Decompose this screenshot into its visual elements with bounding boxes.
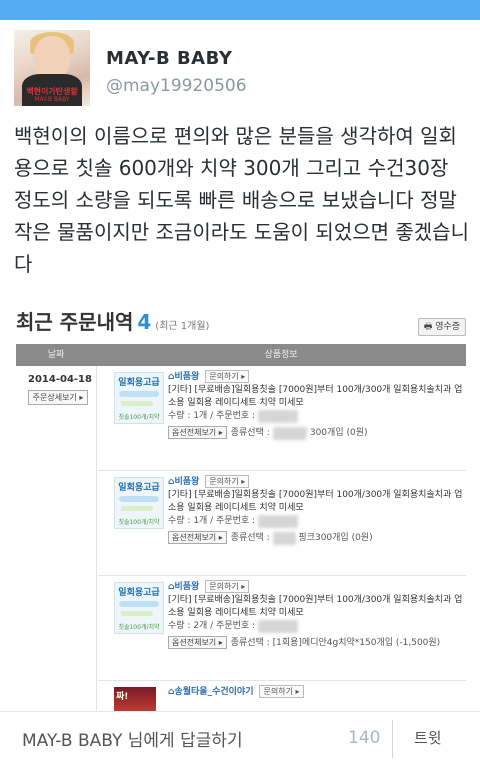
thumb-title: 일회용고급	[118, 378, 160, 388]
table-header: 날짜 상품정보	[16, 344, 466, 366]
quantity-order-no: 수량 : 2개 / 주문번호 :	[168, 621, 256, 631]
product-title[interactable]: [기타] [무료배송]일회용칫솔 [7000원]부터 100개/300개 일회용…	[168, 384, 464, 410]
product-thumbnail[interactable]: 일회용고급 칫솔100개/치약	[114, 582, 164, 634]
seller-name: 송월타올_수건이야기	[174, 687, 254, 697]
order-detail-button[interactable]: 주문상세보기 ▸	[28, 390, 88, 405]
inquiry-label: 문의하기	[263, 687, 293, 696]
product-title[interactable]: [기타] [무료배송]일회용칫솔 [7000원]부터 100개/300개 일회용…	[168, 594, 464, 620]
order-date: 2014-04-18	[28, 374, 92, 385]
thumb-title: 일회용고급	[118, 588, 160, 598]
option-button[interactable]: 옵션전체보기 ▸	[168, 426, 227, 439]
thumb-title: 일회용고급	[118, 483, 160, 493]
seller-link[interactable]: ⌂비품왕	[168, 372, 199, 382]
option-label: 종류선택 :	[230, 533, 270, 543]
seller-name: 비품왕	[174, 582, 200, 592]
tweet-button[interactable]: 트윗	[414, 727, 442, 748]
option-button-label: 옵션전체보기	[172, 428, 217, 437]
avatar-text-2: MAY-B BABY	[34, 96, 70, 103]
blurred-order-number: 0000000	[257, 620, 299, 633]
order-title-text: 최근 주문내역	[16, 310, 134, 334]
status-bar	[0, 0, 480, 20]
product-thumbnail[interactable]: 일회용고급 칫솔100개/치약	[114, 477, 164, 529]
order-item: 일회용고급 칫솔100개/치약 ⌂비품왕 문의하기 ▸ [기타] [무료배송]일회…	[98, 471, 466, 576]
char-count: 140	[348, 728, 381, 748]
blurred-option: 000000	[272, 427, 307, 440]
option-button-label: 옵션전체보기	[172, 638, 217, 647]
product-thumbnail[interactable]: 일회용고급 칫솔100개/치약	[114, 372, 164, 424]
user-handle[interactable]: @may19920506	[106, 76, 247, 96]
order-sub-count: (최근 1개월)	[155, 321, 210, 332]
tweet-header: 백현이가탄생할 MAY-B BABY MAY-B BABY @may199205…	[14, 30, 466, 110]
tweet-text: 백현이의 이름으로 편의와 많은 분들을 생각하여 일회용으로 칫솔 600개와…	[14, 124, 469, 276]
seller-link[interactable]: ⌂송월타올_수건이야기	[168, 687, 253, 697]
order-item: 일회용고급 칫솔100개/치약 ⌂비품왕 문의하기 ▸ [기타] [무료배송]일회…	[98, 576, 466, 681]
option-label: 종류선택 :	[230, 638, 270, 648]
reply-divider	[392, 720, 393, 758]
blurred-order-number: 0000000	[257, 410, 299, 423]
item-info: ⌂비품왕 문의하기 ▸ [기타] [무료배송]일회용칫솔 [7000원]부터 10…	[168, 580, 464, 650]
avatar[interactable]: 백현이가탄생할 MAY-B BABY	[14, 30, 90, 106]
option-label: 종류선택 :	[230, 428, 270, 438]
order-screenshot[interactable]: 최근 주문내역 4 (최근 1개월) 🖶 영수증 날짜 상품정보 2014-04-1…	[14, 302, 466, 714]
blurred-order-number: 0000000	[257, 515, 299, 528]
order-item: 일회용고급 칫솔100개/치약 ⌂비품왕 문의하기 ▸ [기타] [무료배송]일회…	[98, 366, 466, 471]
inquiry-button[interactable]: 문의하기 ▸	[259, 685, 304, 698]
order-item: 짜! ⌂송월타올_수건이야기 문의하기 ▸	[98, 681, 466, 714]
order-title: 최근 주문내역 4 (최근 1개월)	[16, 306, 209, 335]
option-value: 핑크300개입 (0원)	[298, 533, 373, 543]
thumb-stripe	[121, 506, 153, 511]
option-value: [1회용]메디안4g치약*150개입 (-1,500원)	[272, 638, 441, 648]
inquiry-button[interactable]: 문의하기 ▸	[205, 580, 250, 593]
display-name[interactable]: MAY-B BABY	[106, 48, 232, 69]
thumb-stripe	[119, 496, 159, 502]
product-title[interactable]: [기타] [무료배송]일회용칫솔 [7000원]부터 100개/300개 일회용…	[168, 489, 464, 515]
thumb-caption: 칫솔100개/치약	[118, 519, 160, 526]
thumb-caption: 칫솔100개/치약	[118, 624, 160, 631]
thumb-stripe	[119, 391, 159, 397]
quantity-order-no: 수량 : 1개 / 주문번호 :	[168, 516, 256, 526]
seller-name: 비품왕	[174, 477, 200, 487]
reply-bar: MAY-B BABY 님에게 답글하기 140 트윗	[0, 711, 480, 766]
option-value: 300개입 (0원)	[309, 428, 368, 438]
option-button[interactable]: 옵션전체보기 ▸	[168, 531, 227, 544]
thumb-stripe	[121, 401, 153, 406]
order-count: 4	[137, 310, 152, 334]
inquiry-label: 문의하기	[209, 582, 239, 591]
seller-name: 비품왕	[174, 372, 200, 382]
inquiry-button[interactable]: 문의하기 ▸	[205, 475, 250, 488]
seller-link[interactable]: ⌂비품왕	[168, 582, 199, 592]
order-detail-label: 주문상세보기	[32, 393, 77, 402]
thumb-stripe	[121, 611, 153, 616]
item-info: ⌂송월타올_수건이야기 문의하기 ▸	[168, 685, 464, 699]
inquiry-label: 문의하기	[209, 477, 239, 486]
product-thumbnail[interactable]: 짜!	[114, 687, 156, 714]
reply-input[interactable]: MAY-B BABY 님에게 답글하기	[22, 726, 243, 751]
inquiry-button[interactable]: 문의하기 ▸	[205, 370, 250, 383]
receipt-button[interactable]: 🖶 영수증	[418, 318, 466, 336]
col-date: 날짜	[47, 350, 65, 360]
inquiry-label: 문의하기	[209, 372, 239, 381]
avatar-face	[34, 36, 70, 78]
item-info: ⌂비품왕 문의하기 ▸ [기타] [무료배송]일회용칫솔 [7000원]부터 10…	[168, 370, 464, 440]
option-button[interactable]: 옵션전체보기 ▸	[168, 636, 227, 649]
blurred-option: 0000	[272, 532, 296, 545]
column-divider	[96, 366, 97, 714]
thumb-text: 짜!	[116, 692, 129, 702]
receipt-label: 영수증	[435, 322, 461, 332]
thumb-stripe	[119, 601, 159, 607]
option-button-label: 옵션전체보기	[172, 533, 217, 542]
seller-link[interactable]: ⌂비품왕	[168, 477, 199, 487]
col-product: 상품정보	[264, 350, 298, 360]
thumb-caption: 칫솔100개/치약	[118, 414, 160, 421]
item-info: ⌂비품왕 문의하기 ▸ [기타] [무료배송]일회용칫솔 [7000원]부터 10…	[168, 475, 464, 545]
quantity-order-no: 수량 : 1개 / 주문번호 :	[168, 411, 256, 421]
